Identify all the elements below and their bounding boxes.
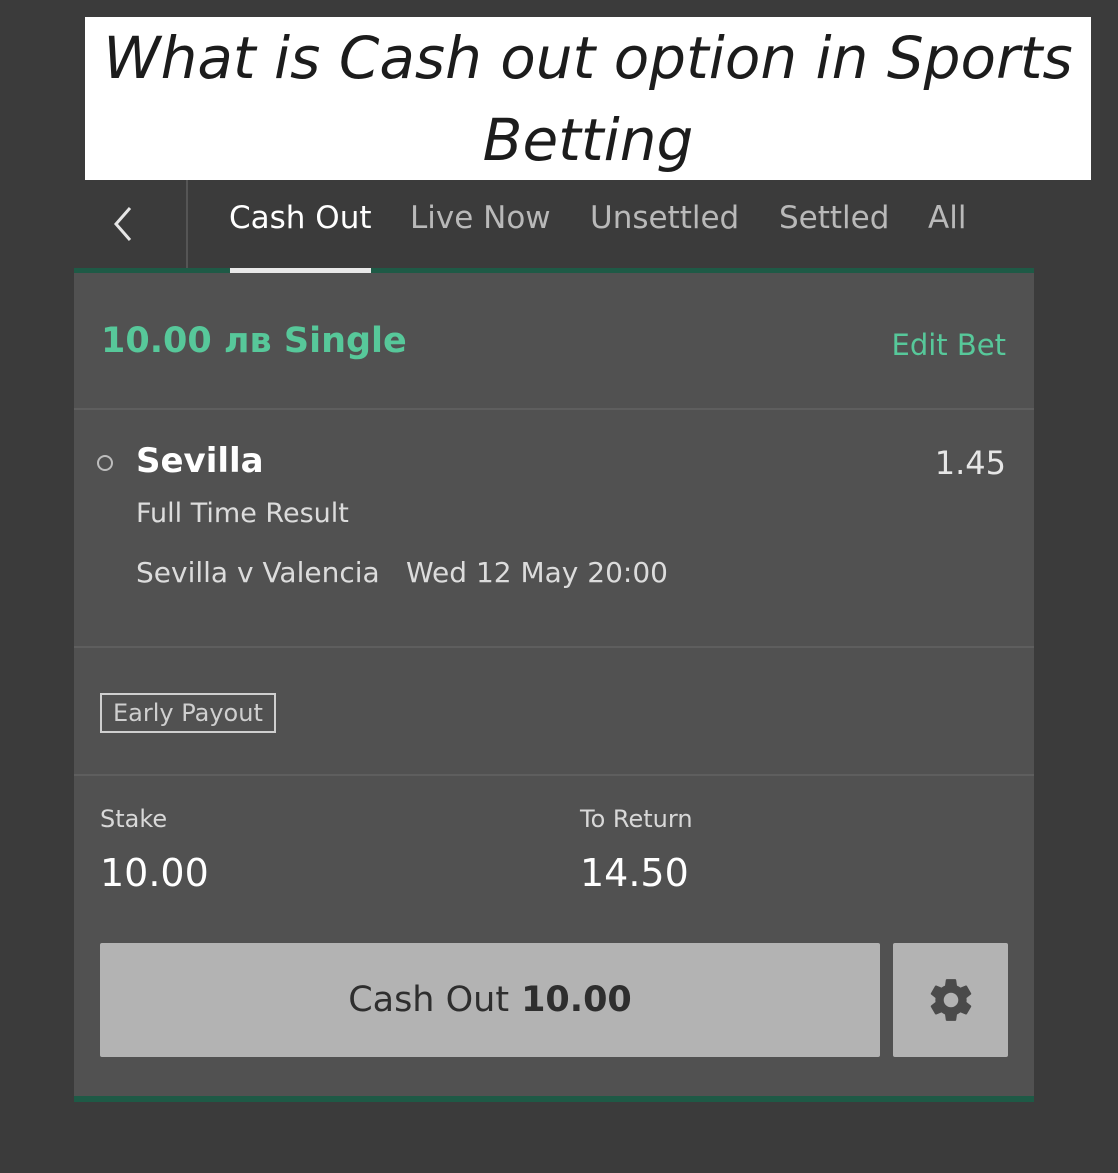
market-name: Full Time Result <box>136 498 349 529</box>
to-return-label: To Return <box>580 805 693 833</box>
divider <box>74 774 1034 776</box>
cash-out-settings-button[interactable] <box>893 943 1008 1057</box>
radio-circle-icon <box>97 455 113 471</box>
divider <box>74 408 1034 410</box>
divider <box>74 646 1034 648</box>
back-button[interactable] <box>74 180 188 268</box>
stake-label: Stake <box>100 805 168 833</box>
bet-history-tabbar <box>74 180 1034 268</box>
banner-title: What is Cash out option in Sports Bettin… <box>103 24 1073 174</box>
cash-out-amount: 10.00 <box>521 980 632 1020</box>
early-payout-badge: Early Payout <box>100 693 276 733</box>
selection-odds: 1.45 <box>934 444 1006 482</box>
chevron-left-icon <box>114 207 132 241</box>
bet-card: 10.00 лв Single Edit Bet Sevilla 1.45 Fu… <box>74 273 1034 1098</box>
card-bottom-divider <box>74 1096 1034 1102</box>
stake-value: 10.00 <box>100 851 209 895</box>
cash-out-button[interactable]: Cash Out 10.00 <box>100 943 880 1057</box>
tab-live-now[interactable]: Live Now <box>410 196 551 240</box>
cash-out-label: Cash Out <box>348 980 510 1020</box>
gear-icon <box>930 979 971 1021</box>
article-banner: What is Cash out option in Sports Bettin… <box>85 17 1091 180</box>
tab-unsettled[interactable]: Unsettled <box>590 196 739 240</box>
tab-cash-out[interactable]: Cash Out <box>229 196 372 240</box>
bet-title: 10.00 лв Single <box>101 321 407 361</box>
tab-settled[interactable]: Settled <box>779 196 889 240</box>
match-name: Sevilla v Valencia <box>136 556 380 589</box>
match-time: Wed 12 May 20:00 <box>406 556 668 589</box>
to-return-value: 14.50 <box>580 851 689 895</box>
tab-all[interactable]: All <box>928 196 966 240</box>
selection-name: Sevilla <box>136 441 264 481</box>
edit-bet-link[interactable]: Edit Bet <box>892 325 1007 365</box>
